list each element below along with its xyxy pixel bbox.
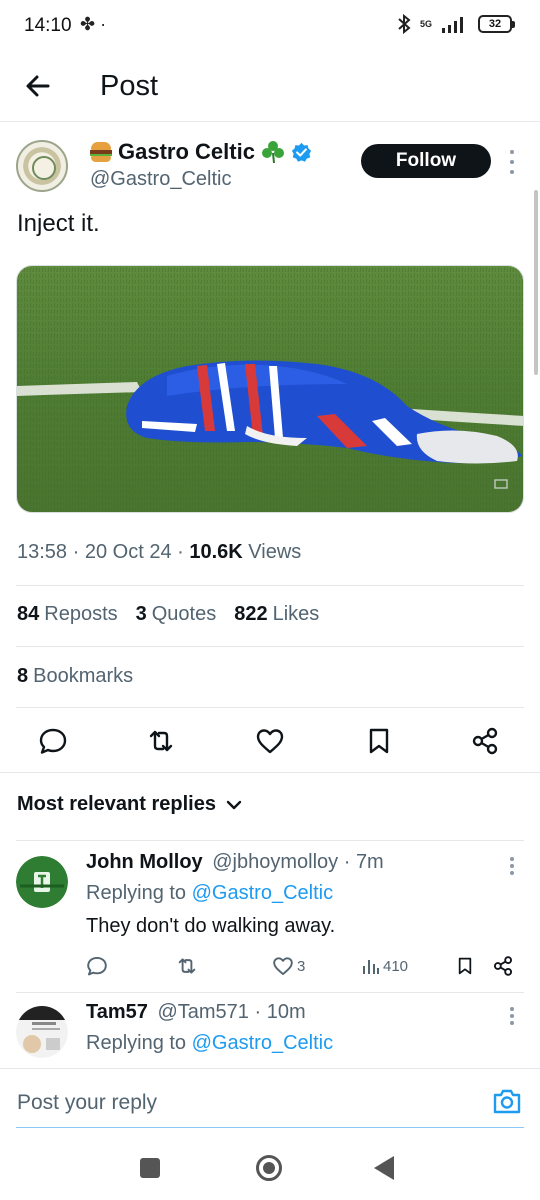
reply-views[interactable]: 410 (362, 955, 408, 977)
divider (16, 707, 524, 708)
reply-repost-button[interactable] (176, 955, 198, 977)
bookmarks-stat: 8 Bookmarks (17, 665, 134, 687)
battery-indicator: 32 (478, 15, 515, 33)
post-image[interactable] (16, 265, 524, 513)
input-underline (16, 1127, 524, 1128)
replying-to-link[interactable]: @Gastro_Celtic (192, 1032, 333, 1054)
page-title: Post (100, 70, 159, 102)
replying-to-link[interactable]: @Gastro_Celtic (192, 882, 333, 904)
quotes-stat[interactable]: 3 Quotes (136, 603, 217, 626)
reply-author-handle[interactable]: @jbhoymolloy (212, 851, 338, 873)
reply-author-handle[interactable]: @Tam571 (157, 1001, 248, 1023)
reply-action-bar: 3 410 (0, 950, 540, 982)
reposts-stat[interactable]: 84 Reposts (17, 603, 118, 626)
reply-author-name[interactable]: John Molloy (86, 851, 203, 873)
author-name-row[interactable]: Gastro Celtic (90, 139, 312, 165)
views-label: Views (248, 541, 302, 563)
share-icon[interactable] (470, 726, 500, 756)
system-nav-bar (0, 1136, 540, 1200)
divider (16, 992, 524, 993)
bookmark-icon (458, 957, 472, 975)
back-button[interactable] (374, 1156, 394, 1180)
replies-sort-label: Most relevant replies (17, 793, 216, 815)
reply-share-button[interactable] (492, 955, 514, 977)
like-heart-icon[interactable] (255, 726, 285, 756)
reply-view-count: 410 (383, 957, 409, 975)
author-name[interactable]: Gastro Celtic (118, 139, 255, 165)
divider (16, 646, 524, 647)
reply-bookmark-button[interactable] (455, 955, 475, 977)
reply-avatar[interactable] (16, 1006, 68, 1058)
post-meta: 13:58 · 20 Oct 24 · 10.6K Views (17, 541, 302, 563)
reply-author-name[interactable]: Tam57 (86, 1001, 148, 1023)
status-right-icons: 5G 32 (396, 14, 515, 34)
back-arrow-icon[interactable] (22, 70, 54, 102)
post-text: Inject it. (17, 210, 100, 237)
reply-text: They don't do walking away. (86, 915, 336, 937)
bookmark-icon[interactable] (364, 726, 394, 756)
follow-button[interactable]: Follow (361, 144, 491, 178)
more-options-icon[interactable] (504, 150, 520, 174)
scarf-on-pitch-image (17, 266, 523, 512)
recent-apps-button[interactable] (140, 1158, 160, 1178)
divider (16, 840, 524, 841)
like-heart-icon (273, 957, 293, 976)
reply-more-options-icon[interactable] (506, 857, 518, 875)
likes-stat[interactable]: 822 Likes (234, 603, 319, 626)
reply-input[interactable]: Post your reply (17, 1091, 157, 1115)
analytics-icon (363, 960, 379, 974)
reply-icon[interactable] (38, 726, 68, 756)
post-date: 20 Oct 24 (84, 541, 172, 563)
author-handle[interactable]: @Gastro_Celtic (90, 168, 231, 191)
post-action-bar (0, 716, 540, 766)
bluetooth-icon (398, 14, 411, 34)
post-time: 13:58 (17, 541, 68, 563)
repost-icon (178, 958, 196, 974)
reply-avatar[interactable] (16, 856, 68, 908)
reply-header: Tam57 @Tam571 · 10m (86, 1001, 306, 1023)
repost-icon[interactable] (146, 726, 176, 756)
top-app-bar: Post (0, 52, 540, 122)
status-time: 14:10 (24, 15, 72, 36)
divider (0, 772, 540, 773)
replies-sort-dropdown[interactable]: Most relevant replies (17, 793, 242, 816)
home-button[interactable] (256, 1155, 282, 1181)
network-type: 5G (419, 18, 432, 29)
replying-to-line: Replying to @Gastro_Celtic (86, 882, 334, 904)
reply-like-count: 3 (297, 957, 306, 975)
signal-icon (442, 17, 463, 33)
reply-composer[interactable]: Post your reply (0, 1068, 540, 1130)
views-count: 10.6K (189, 541, 243, 563)
divider (16, 585, 524, 586)
replying-to-line: Replying to @Gastro_Celtic (86, 1032, 334, 1054)
post-stats: 84 Reposts 3 Quotes 822 Likes (17, 603, 319, 626)
burger-emoji-icon (90, 142, 112, 162)
chevron-down-icon (226, 800, 242, 809)
reply-more-options-icon[interactable] (506, 1007, 518, 1025)
share-icon (493, 956, 513, 976)
pinwheel-icon: ✤ · (80, 14, 107, 34)
author-avatar[interactable] (16, 140, 68, 192)
reply-age: 7m (355, 851, 384, 873)
reply-reply-button[interactable] (86, 955, 108, 977)
reply-icon (87, 956, 107, 976)
shamrock-icon (261, 141, 284, 164)
scrollbar[interactable] (534, 190, 538, 375)
reply-header: John Molloy @jbhoymolloy · 7m (86, 851, 384, 873)
verified-badge-icon (291, 142, 312, 162)
status-bar: 14:10 ✤ · 5G 32 (0, 0, 540, 52)
reply-age: 10m (266, 1001, 306, 1023)
camera-icon[interactable] (492, 1087, 522, 1115)
reply-like-button[interactable]: 3 (272, 955, 305, 977)
